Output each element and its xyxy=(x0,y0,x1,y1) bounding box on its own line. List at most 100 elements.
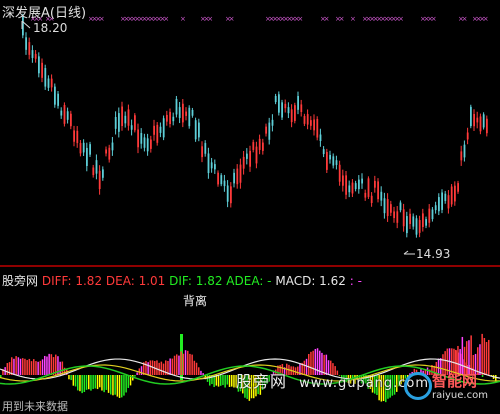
histogram-bar xyxy=(86,375,88,390)
badge-url: raiyue.com xyxy=(432,390,488,401)
candle-body xyxy=(54,87,56,105)
histogram-bar xyxy=(68,375,70,379)
candle-body xyxy=(374,181,376,188)
histogram-bar xyxy=(176,354,178,375)
histogram-bar xyxy=(163,364,165,375)
histogram-bar xyxy=(134,375,136,377)
low-annotation: 14.93 xyxy=(404,247,450,261)
site-watermark: 股旁网 www.gupang.com xyxy=(236,368,429,392)
candle-body xyxy=(323,149,325,154)
candle-body xyxy=(70,114,72,127)
histogram-bar xyxy=(141,366,143,375)
candle-body xyxy=(102,169,104,177)
histogram-bar xyxy=(200,371,202,375)
histogram-bar xyxy=(22,358,24,375)
candle-body xyxy=(422,213,424,227)
candle-body xyxy=(291,109,293,122)
histogram-bar xyxy=(220,375,222,386)
macd-value: MACD: 1.62 xyxy=(275,274,346,288)
candle-body xyxy=(441,192,443,209)
candle-body xyxy=(384,198,386,213)
histogram-bar xyxy=(156,360,158,375)
signal-marker: × xyxy=(163,15,169,23)
dif-value: DIF: 1.82 xyxy=(169,274,222,288)
candle-body xyxy=(464,145,466,158)
candle-body xyxy=(44,68,46,87)
histogram-bar xyxy=(42,359,44,375)
candle-body xyxy=(329,155,331,159)
candle-body xyxy=(204,143,206,154)
histogram-bar xyxy=(26,360,28,375)
histogram-bar xyxy=(174,356,176,375)
candle-body xyxy=(57,94,59,106)
candle-body xyxy=(105,149,107,153)
candle-body xyxy=(470,107,472,126)
candle-body xyxy=(364,193,366,198)
histogram-bar xyxy=(84,375,86,392)
candle-body xyxy=(198,123,200,138)
histogram-bar xyxy=(158,363,160,375)
histogram-bar xyxy=(194,361,196,375)
signal-marker: × xyxy=(229,15,235,23)
candle-body xyxy=(48,79,50,88)
extra-value: : - xyxy=(350,274,362,288)
candle-body xyxy=(83,143,85,153)
candle-body xyxy=(400,203,402,211)
candle-body xyxy=(38,56,40,73)
candle-body xyxy=(137,129,139,147)
histogram-bar xyxy=(229,375,231,387)
histogram-bar xyxy=(218,375,220,387)
histogram-bar xyxy=(18,357,20,375)
histogram-bar xyxy=(187,351,189,375)
histogram-bar xyxy=(128,375,130,388)
candle-body xyxy=(416,218,418,234)
histogram-bar xyxy=(145,361,147,375)
candle-body xyxy=(224,181,226,186)
candle-body xyxy=(444,194,446,201)
histogram-bar xyxy=(106,375,108,390)
histogram-bar xyxy=(35,361,37,375)
candle-body xyxy=(278,94,280,112)
candle-body xyxy=(268,123,270,140)
divergence-label: 背离 xyxy=(183,292,207,309)
candle-body xyxy=(316,119,318,138)
candle-body xyxy=(131,125,133,130)
candle-body xyxy=(195,120,197,139)
candle-body xyxy=(201,146,203,157)
candle-body xyxy=(169,112,171,124)
candle-body xyxy=(412,216,414,226)
candle-body xyxy=(160,127,162,133)
candle-body xyxy=(310,120,312,126)
histogram-bar xyxy=(121,375,123,397)
histogram-bar xyxy=(29,359,31,375)
candle-body xyxy=(41,63,43,78)
candle-body xyxy=(163,118,165,137)
signal-marker: × xyxy=(398,15,404,23)
histogram-bar xyxy=(178,356,180,375)
histogram-bar xyxy=(108,375,110,393)
candle-body xyxy=(284,104,286,108)
candle-body xyxy=(454,186,456,202)
candle-body xyxy=(172,117,174,121)
stock-chart-window: ××××××××××××××××××××××××××××××××××××××××… xyxy=(0,0,500,412)
histogram-bar xyxy=(77,375,79,390)
candle-body xyxy=(403,209,405,226)
histogram-bar xyxy=(224,375,226,388)
candle-body xyxy=(467,132,469,139)
histogram-bar xyxy=(40,361,42,375)
candle-body xyxy=(281,102,283,117)
histogram-bar xyxy=(59,362,61,375)
histogram-bar xyxy=(46,357,48,375)
candle-body xyxy=(28,42,30,55)
candle-body xyxy=(294,105,296,121)
indicator-source: 股旁网 xyxy=(2,274,38,288)
signal-marker: × xyxy=(483,15,489,23)
histogram-bar xyxy=(92,375,94,389)
histogram-bar xyxy=(75,375,77,386)
candle-body xyxy=(355,183,357,189)
chart-canvas[interactable]: ××××××××××××××××××××××××××××××××××××××××… xyxy=(0,0,500,412)
candle-body xyxy=(89,144,91,155)
histogram-bar xyxy=(161,362,163,375)
signal-marker: × xyxy=(339,15,345,23)
badge-title: 智能网 xyxy=(432,370,477,391)
